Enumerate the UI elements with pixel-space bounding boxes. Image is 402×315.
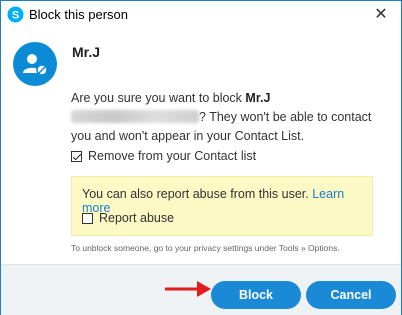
close-icon: ✕ bbox=[374, 6, 388, 23]
message-name: Mr.J bbox=[245, 91, 271, 105]
report-abuse-label: Report abuse bbox=[99, 211, 175, 225]
title-bar: S Block this person ✕ bbox=[1, 1, 401, 29]
avatar bbox=[13, 42, 57, 86]
dialog-content: Mr.J Are you sure you want to block Mr.J… bbox=[1, 29, 401, 264]
report-abuse-message: You can also report abuse from this user… bbox=[82, 187, 313, 201]
blurred-skype-id bbox=[71, 110, 199, 123]
report-abuse-panel: You can also report abuse from this user… bbox=[71, 176, 373, 236]
remove-from-contacts-option[interactable]: Remove from your Contact list bbox=[71, 149, 256, 163]
block-button[interactable]: Block bbox=[211, 281, 301, 309]
svg-text:S: S bbox=[12, 10, 19, 22]
contact-name: Mr.J bbox=[72, 44, 101, 60]
remove-from-contacts-checkbox[interactable] bbox=[71, 150, 82, 162]
close-button[interactable]: ✕ bbox=[371, 5, 391, 25]
remove-from-contacts-label: Remove from your Contact list bbox=[88, 149, 257, 163]
blocked-user-icon bbox=[23, 54, 48, 76]
block-dialog: S Block this person ✕ Mr.J Are you sure … bbox=[0, 0, 402, 315]
red-arrow-icon bbox=[165, 281, 211, 297]
message-part1: Are you sure you want to block bbox=[71, 91, 246, 105]
window-title: Block this person bbox=[29, 7, 128, 22]
report-abuse-checkbox[interactable] bbox=[82, 212, 93, 224]
confirmation-message: Are you sure you want to block Mr.J ? Th… bbox=[71, 89, 386, 146]
unblock-hint: To unblock someone, go to your privacy s… bbox=[71, 243, 340, 253]
cancel-button[interactable]: Cancel bbox=[306, 281, 396, 309]
skype-icon: S bbox=[7, 6, 24, 23]
report-abuse-option[interactable]: Report abuse bbox=[82, 211, 174, 225]
